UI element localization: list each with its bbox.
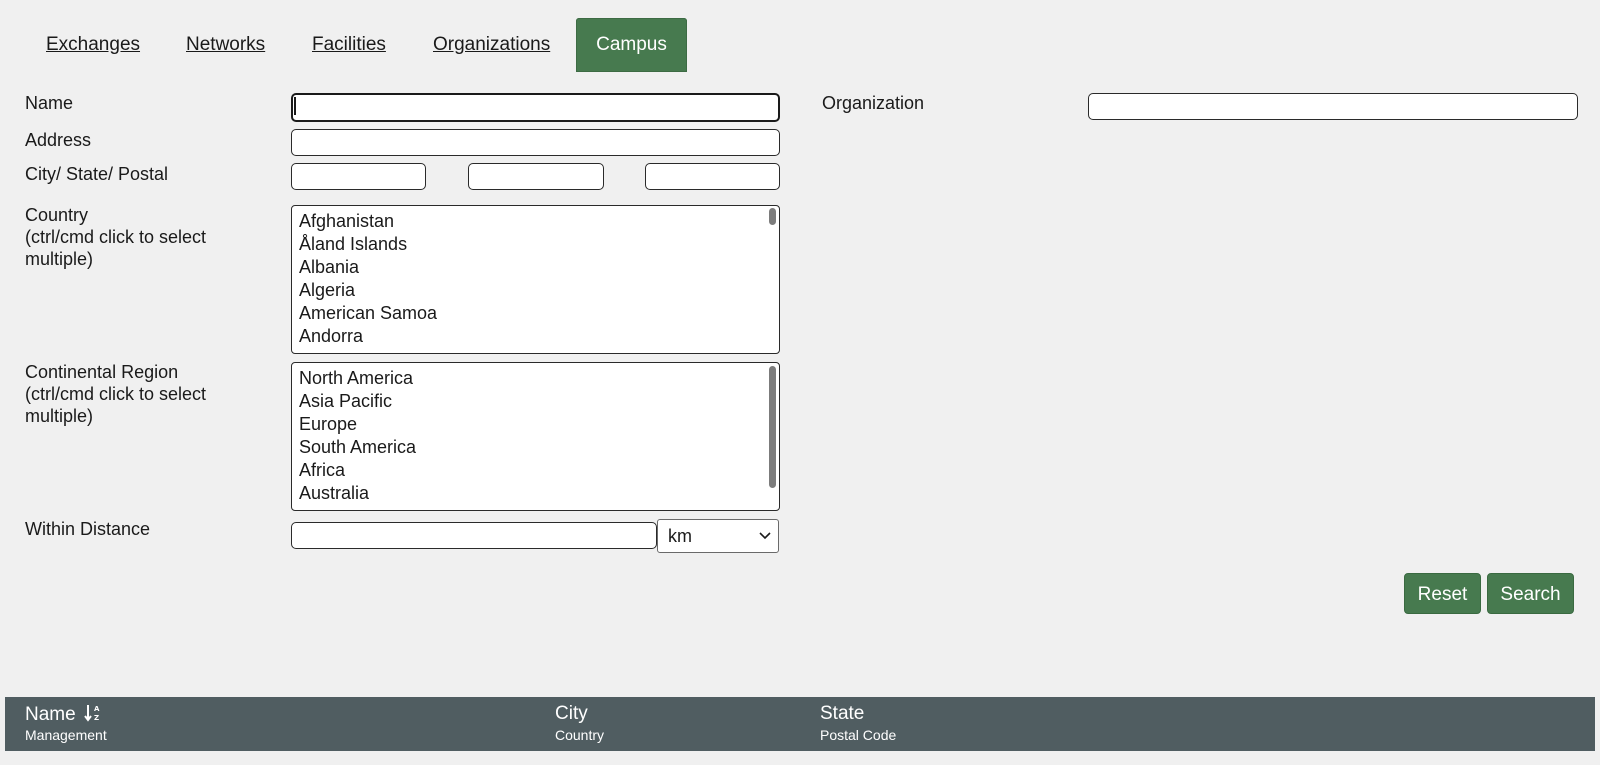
- svg-text:A: A: [94, 705, 100, 713]
- region-label-hint: (ctrl/cmd click to select: [25, 384, 207, 404]
- region-option[interactable]: Africa: [292, 459, 779, 482]
- address-label: Address: [25, 130, 92, 150]
- tab-networks[interactable]: Networks: [186, 18, 265, 72]
- country-option[interactable]: Algeria: [292, 279, 779, 302]
- distance-label: Within Distance: [25, 519, 151, 539]
- city-input[interactable]: [291, 163, 426, 190]
- column-state-header[interactable]: State: [820, 703, 864, 725]
- results-table-header: Name A Z Management City Country State P…: [5, 697, 1595, 751]
- organization-input[interactable]: [1088, 93, 1578, 120]
- country-label-title: Country: [25, 205, 89, 225]
- sort-alpha-down-icon[interactable]: A Z: [84, 703, 102, 723]
- column-postal-code-header: Postal Code: [820, 727, 897, 743]
- country-option[interactable]: Andorra: [292, 325, 779, 348]
- svg-text:Z: Z: [94, 714, 99, 722]
- tab-exchanges[interactable]: Exchanges: [46, 18, 140, 72]
- address-input[interactable]: [291, 129, 780, 156]
- country-option[interactable]: Åland Islands: [292, 233, 779, 256]
- country-label: Country (ctrl/cmd click to select multip…: [25, 204, 206, 270]
- organization-label: Organization: [822, 93, 925, 113]
- country-scrollbar[interactable]: [769, 208, 776, 225]
- country-option[interactable]: Albania: [292, 256, 779, 279]
- country-option[interactable]: Afghanistan: [292, 210, 779, 233]
- region-listbox[interactable]: North America Asia Pacific Europe South …: [291, 362, 780, 511]
- column-name-header[interactable]: Name A Z: [25, 703, 102, 726]
- search-button[interactable]: Search: [1487, 573, 1574, 614]
- postal-input[interactable]: [645, 163, 780, 190]
- region-option[interactable]: Europe: [292, 413, 779, 436]
- region-option[interactable]: South America: [292, 436, 779, 459]
- text-cursor: [294, 97, 296, 115]
- tab-facilities[interactable]: Facilities: [312, 18, 386, 72]
- country-option[interactable]: American Samoa: [292, 302, 779, 325]
- state-input[interactable]: [468, 163, 604, 190]
- region-label-title: Continental Region: [25, 362, 179, 382]
- column-name-label: Name: [25, 704, 76, 725]
- country-label-hint-cont: multiple): [25, 249, 94, 269]
- region-label: Continental Region (ctrl/cmd click to se…: [25, 361, 206, 427]
- region-scrollbar[interactable]: [769, 366, 776, 488]
- name-label: Name: [25, 93, 74, 113]
- country-label-hint: (ctrl/cmd click to select: [25, 227, 207, 247]
- country-listbox[interactable]: Afghanistan Åland Islands Albania Algeri…: [291, 205, 780, 354]
- distance-unit-value: km: [668, 526, 692, 546]
- column-city-header[interactable]: City: [555, 703, 588, 725]
- reset-button[interactable]: Reset: [1404, 573, 1481, 614]
- region-option[interactable]: Australia: [292, 482, 779, 505]
- distance-unit-select[interactable]: km: [657, 519, 779, 553]
- column-management-header: Management: [25, 727, 107, 743]
- tab-organizations[interactable]: Organizations: [433, 18, 550, 72]
- city-state-postal-label: City/ State/ Postal: [25, 164, 169, 184]
- chevron-down-icon: [759, 532, 771, 540]
- region-label-hint-cont: multiple): [25, 406, 94, 426]
- region-option[interactable]: North America: [292, 367, 779, 390]
- column-country-header: Country: [555, 727, 605, 743]
- distance-input[interactable]: [291, 522, 657, 549]
- tab-campus[interactable]: Campus: [576, 18, 687, 72]
- name-input[interactable]: [291, 93, 780, 122]
- region-option[interactable]: Asia Pacific: [292, 390, 779, 413]
